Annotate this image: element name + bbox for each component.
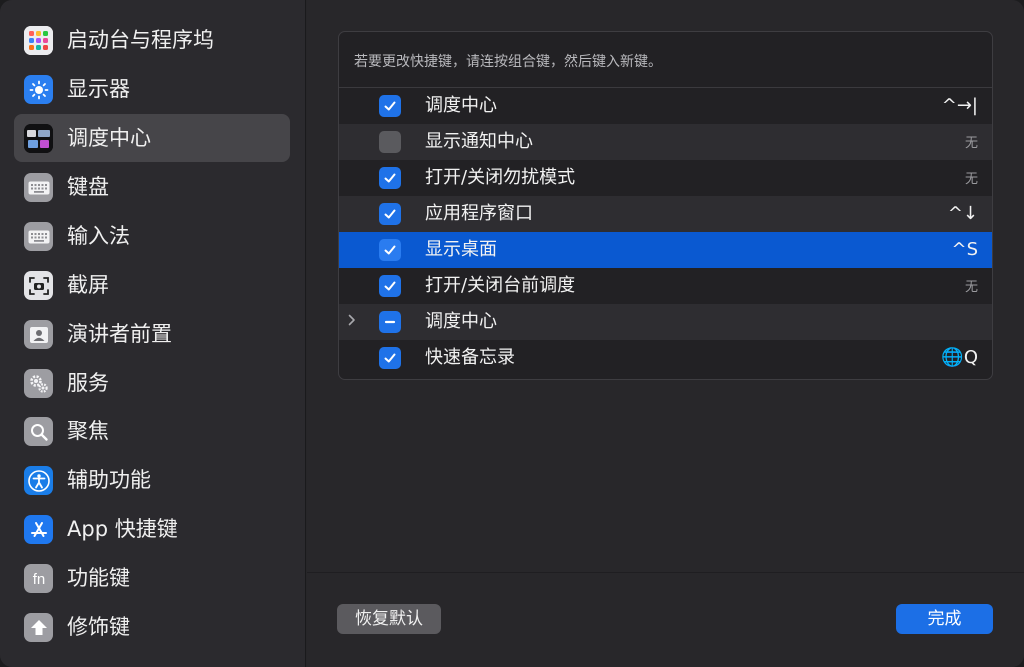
shortcut-key[interactable]: ^S bbox=[951, 240, 978, 260]
sidebar-item-keyboard[interactable]: 键盘 bbox=[14, 163, 290, 211]
keyboard-icon bbox=[24, 173, 53, 202]
sidebar-item-spotlight[interactable]: 聚焦 bbox=[14, 407, 290, 455]
sidebar-item-label: 键盘 bbox=[67, 175, 109, 199]
shortcut-label: 快速备忘录 bbox=[425, 347, 515, 368]
checkbox-checked[interactable] bbox=[379, 203, 401, 225]
checkbox-checked[interactable] bbox=[379, 239, 401, 261]
mission-control-icon bbox=[24, 124, 53, 153]
shortcut-key[interactable]: ^↓ bbox=[948, 204, 978, 224]
keyboard-shortcuts-window: 启动台与程序坞 显示器 调度中心 键盘 输入法 截屏 演讲者前置 服务 聚焦 辅… bbox=[0, 0, 1024, 667]
sidebar-item-mission-control[interactable]: 调度中心 bbox=[14, 114, 290, 162]
shortcut-label: 显示桌面 bbox=[425, 239, 497, 260]
shortcut-key[interactable]: 无 bbox=[965, 170, 978, 190]
screenshot-camera-icon bbox=[24, 271, 53, 300]
modifier-key-up-arrow-icon bbox=[24, 613, 53, 642]
sidebar-item-label: 调度中心 bbox=[67, 126, 151, 150]
shortcut-row-do-not-disturb[interactable]: 打开/关闭勿扰模式 无 bbox=[339, 160, 992, 196]
sidebar-item-screenshots[interactable]: 截屏 bbox=[14, 261, 290, 309]
sidebar-item-displays[interactable]: 显示器 bbox=[14, 65, 290, 113]
checkbox-checked[interactable] bbox=[379, 95, 401, 117]
shortcut-row-notification-center[interactable]: 显示通知中心 无 bbox=[339, 124, 992, 160]
sidebar-item-label: 辅助功能 bbox=[67, 468, 151, 492]
shortcut-row-mission-control[interactable]: 调度中心 ^→| bbox=[339, 88, 992, 124]
chevron-right-icon[interactable] bbox=[347, 313, 361, 331]
sidebar-item-accessibility[interactable]: 辅助功能 bbox=[14, 456, 290, 504]
checkbox-unchecked[interactable] bbox=[379, 131, 401, 153]
input-method-keyboard-icon bbox=[24, 222, 53, 251]
checkbox-mixed[interactable] bbox=[379, 311, 401, 333]
sidebar-item-label: 修饰键 bbox=[67, 615, 130, 639]
shortcut-key[interactable]: 🌐Q bbox=[941, 348, 978, 368]
sidebar-item-presenter-overlay[interactable]: 演讲者前置 bbox=[14, 310, 290, 358]
sidebar-item-label: 演讲者前置 bbox=[67, 322, 172, 346]
shortcut-label: 调度中心 bbox=[425, 311, 497, 332]
shortcuts-panel: 若要更改快捷键，请连按组合键，然后键入新键。 调度中心 ^→| 显示通知中心 无 bbox=[307, 0, 1024, 667]
sidebar-item-label: 服务 bbox=[67, 371, 109, 395]
shortcut-row-quick-note[interactable]: 快速备忘录 🌐Q bbox=[339, 340, 992, 376]
shortcut-label: 调度中心 bbox=[425, 95, 497, 116]
done-button[interactable]: 完成 bbox=[896, 604, 993, 634]
shortcut-row-stage-manager[interactable]: 打开/关闭台前调度 无 bbox=[339, 268, 992, 304]
shortcut-label: 打开/关闭勿扰模式 bbox=[425, 167, 576, 188]
sidebar-item-input-method[interactable]: 输入法 bbox=[14, 212, 290, 260]
sidebar-item-label: 聚焦 bbox=[67, 419, 109, 443]
accessibility-icon bbox=[24, 466, 53, 495]
sidebar-item-function-keys[interactable]: fn 功能键 bbox=[14, 554, 290, 602]
shortcut-key[interactable]: 无 bbox=[965, 278, 978, 298]
spotlight-search-icon bbox=[24, 417, 53, 446]
shortcut-label: 应用程序窗口 bbox=[425, 203, 533, 224]
sidebar-item-label: 输入法 bbox=[67, 224, 130, 248]
shortcut-key[interactable]: ^→| bbox=[942, 96, 978, 116]
instruction-text: 若要更改快捷键，请连按组合键，然后键入新键。 bbox=[354, 54, 662, 70]
restore-defaults-button[interactable]: 恢复默认 bbox=[337, 604, 441, 634]
checkbox-checked[interactable] bbox=[379, 167, 401, 189]
presenter-overlay-icon bbox=[24, 320, 53, 349]
sidebar-item-label: 功能键 bbox=[67, 566, 130, 590]
sidebar-item-services[interactable]: 服务 bbox=[14, 359, 290, 407]
shortcut-row-show-desktop[interactable]: 显示桌面 ^S bbox=[339, 232, 992, 268]
services-gears-icon bbox=[24, 369, 53, 398]
app-store-icon bbox=[24, 515, 53, 544]
sidebar-item-label: 显示器 bbox=[67, 77, 130, 101]
sidebar-item-label: 截屏 bbox=[67, 273, 109, 297]
sidebar: 启动台与程序坞 显示器 调度中心 键盘 输入法 截屏 演讲者前置 服务 聚焦 辅… bbox=[0, 0, 306, 667]
svg-text:fn: fn bbox=[32, 571, 45, 588]
footer-divider bbox=[307, 572, 1024, 573]
sidebar-item-modifier-keys[interactable]: 修饰键 bbox=[14, 603, 290, 651]
fn-key-icon: fn bbox=[24, 564, 53, 593]
shortcut-row-application-windows[interactable]: 应用程序窗口 ^↓ bbox=[339, 196, 992, 232]
sidebar-item-launchpad-dock[interactable]: 启动台与程序坞 bbox=[14, 16, 290, 64]
sidebar-item-label: App 快捷键 bbox=[67, 517, 178, 541]
shortcut-group-mission-control[interactable]: 调度中心 bbox=[339, 304, 992, 340]
shortcut-key[interactable]: 无 bbox=[965, 134, 978, 154]
checkbox-checked[interactable] bbox=[379, 347, 401, 369]
shortcut-label: 显示通知中心 bbox=[425, 131, 533, 152]
shortcuts-table: 若要更改快捷键，请连按组合键，然后键入新键。 调度中心 ^→| 显示通知中心 无 bbox=[338, 31, 993, 380]
launchpad-icon bbox=[24, 26, 53, 55]
display-brightness-icon bbox=[24, 75, 53, 104]
checkbox-checked[interactable] bbox=[379, 275, 401, 297]
sidebar-item-label: 启动台与程序坞 bbox=[67, 28, 214, 52]
shortcut-label: 打开/关闭台前调度 bbox=[425, 275, 576, 296]
sidebar-item-app-shortcuts[interactable]: App 快捷键 bbox=[14, 505, 290, 553]
